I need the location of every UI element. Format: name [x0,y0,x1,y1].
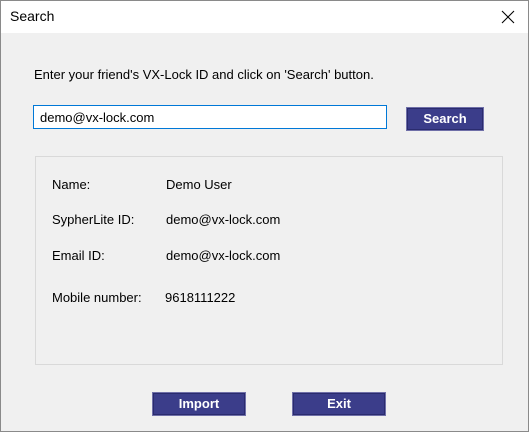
title-bar: Search [1,1,528,33]
import-button[interactable]: Import [152,392,246,416]
mobile-number-label: Mobile number: [52,290,142,305]
close-icon [501,10,515,24]
window-title: Search [10,8,55,24]
email-id-value: demo@vx-lock.com [166,248,281,263]
sypherlite-id-value: demo@vx-lock.com [166,212,281,227]
search-button[interactable]: Search [406,107,484,131]
close-button[interactable] [488,1,528,33]
email-id-label: Email ID: [52,248,105,263]
user-details-panel: Name: Demo User SypherLite ID: demo@vx-l… [35,156,503,365]
name-label: Name: [52,177,91,192]
mobile-number-row: Mobile number: 9618111222 [52,290,235,305]
vx-lock-id-input[interactable] [33,105,387,129]
name-row: Name: Demo User [52,177,232,192]
name-value: Demo User [166,177,232,192]
email-id-row: Email ID: demo@vx-lock.com [52,248,280,263]
sypherlite-id-label: SypherLite ID: [52,212,135,227]
search-dialog: Search Enter your friend's VX-Lock ID an… [0,0,529,432]
mobile-number-value: 9618111222 [165,290,236,305]
exit-button[interactable]: Exit [292,392,386,416]
sypherlite-id-row: SypherLite ID: demo@vx-lock.com [52,212,280,227]
search-instruction: Enter your friend's VX-Lock ID and click… [34,67,374,82]
